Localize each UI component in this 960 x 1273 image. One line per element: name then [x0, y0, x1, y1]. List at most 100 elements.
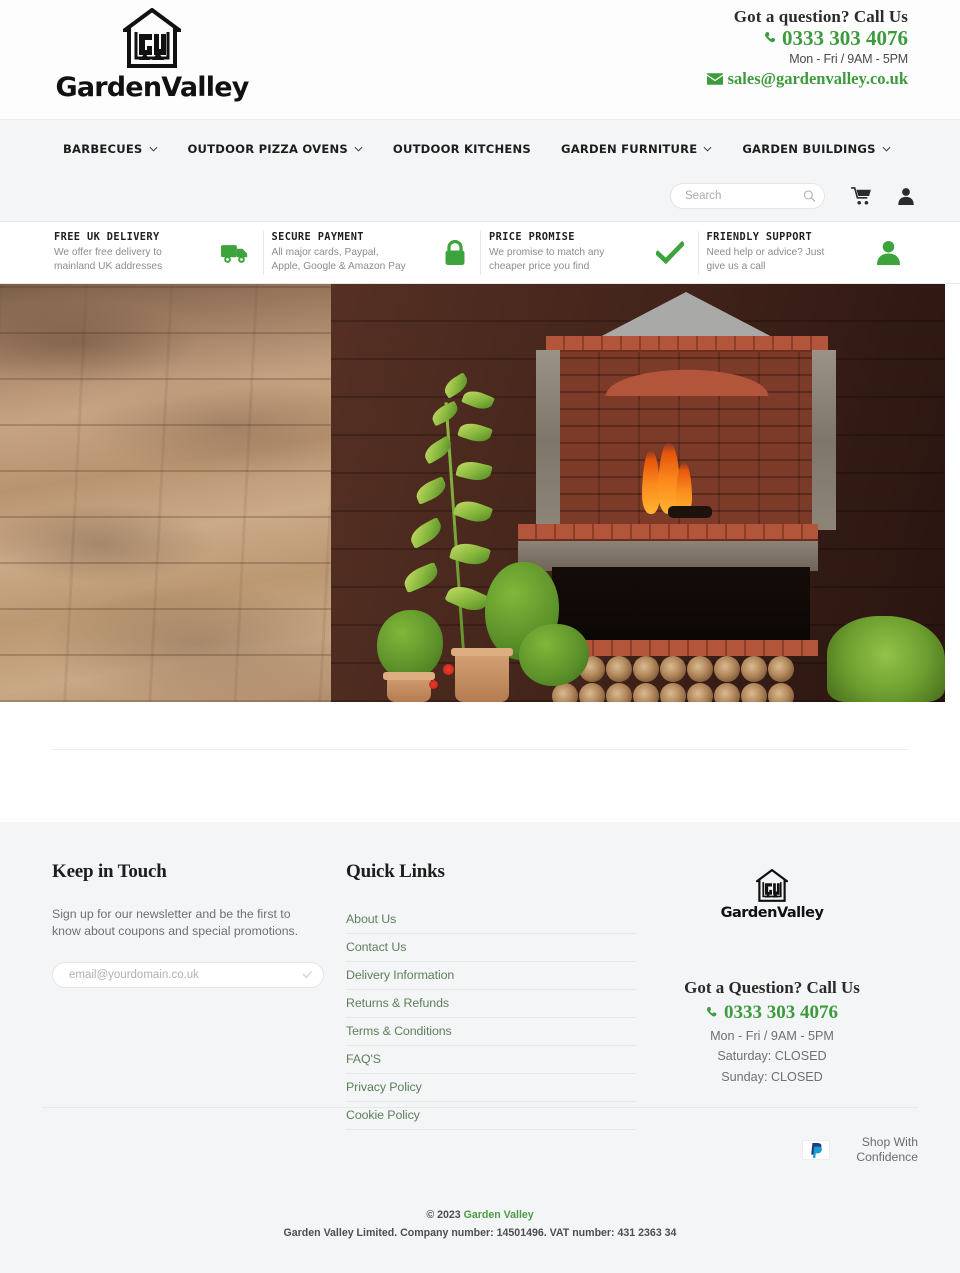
- envelope-icon: [706, 72, 723, 85]
- hero-banner[interactable]: [0, 284, 945, 702]
- header-phone[interactable]: 0333 303 4076: [707, 28, 908, 49]
- site-header: GardenValley Got a question? Call Us 033…: [0, 0, 960, 120]
- person-support-icon: [876, 240, 901, 265]
- phone-icon: [706, 1007, 717, 1017]
- nav-item-garden-buildings[interactable]: GARDEN BUILDINGS: [742, 142, 891, 156]
- footer-contact-question: Got a Question? Call Us: [684, 978, 860, 997]
- newsletter-column: Keep in Touch Sign up for our newsletter…: [52, 861, 342, 1130]
- nav-label: GARDEN FURNITURE: [560, 142, 698, 156]
- footer-logo[interactable]: GardenValley: [636, 869, 908, 921]
- footer-hours-sunday: Sunday: CLOSED: [721, 1069, 823, 1084]
- header-hours: Mon - Fri / 9AM - 5PM: [789, 52, 908, 66]
- hero-barbecue-image: [331, 284, 945, 702]
- footer-hours-saturday: Saturday: CLOSED: [717, 1049, 827, 1064]
- nav-item-barbecues[interactable]: BARBECUES: [63, 142, 158, 156]
- quick-link-delivery-information[interactable]: Delivery Information: [346, 962, 636, 990]
- oven-pillar-right: [812, 350, 836, 530]
- chevron-down-icon: [354, 146, 363, 152]
- copyright-block: © 2023 Garden Valley Garden Valley Limit…: [0, 1209, 960, 1239]
- newsletter-submit-button[interactable]: [301, 969, 313, 981]
- header-contact: Got a question? Call Us 0333 303 4076 Mo…: [706, 7, 908, 88]
- delivery-truck-icon: [220, 244, 247, 263]
- header-phone-number: 0333 303 4076: [782, 26, 908, 50]
- quick-link-terms-conditions[interactable]: Terms & Conditions: [346, 1018, 636, 1046]
- padlock-icon: [445, 239, 465, 265]
- account-button[interactable]: [897, 187, 915, 205]
- trust-title: PRICE PROMISE: [489, 231, 575, 244]
- footer-contact-column: GardenValley Got a Question? Call Us 033…: [636, 861, 908, 1130]
- quick-link-privacy-policy[interactable]: Privacy Policy: [346, 1074, 636, 1102]
- chevron-down-icon: [882, 146, 891, 152]
- footer-phone-number: 0333 303 4076: [724, 1002, 838, 1023]
- chevron-down-icon: [703, 146, 712, 152]
- phone-icon: [764, 32, 776, 43]
- trust-item-secure-payment: SECURE PAYMENT All major cards, Paypal, …: [262, 222, 481, 283]
- newsletter-heading: Keep in Touch: [52, 861, 167, 882]
- trust-title: FRIENDLY SUPPORT: [706, 231, 813, 244]
- contact-question: Got a question? Call Us: [733, 7, 908, 26]
- logo-wordmark: GardenValley: [55, 72, 249, 103]
- quick-link-faqs[interactable]: FAQ'S: [346, 1046, 636, 1074]
- hedge-right: [827, 616, 945, 702]
- house-gv-monogram-logo-icon: [123, 8, 181, 68]
- quick-links-heading: Quick Links: [346, 861, 445, 882]
- trust-desc: We promise to match any cheaper price yo…: [489, 247, 605, 272]
- nav-label: OUTDOOR KITCHENS: [392, 142, 531, 156]
- section-divider: [52, 749, 908, 750]
- nav-item-outdoor-kitchens[interactable]: OUTDOOR KITCHENS: [393, 142, 531, 156]
- paypal-badge: [802, 1140, 830, 1161]
- newsletter-description: Sign up for our newsletter and be the fi…: [52, 907, 299, 939]
- payment-row: Shop With Confidence: [802, 1135, 918, 1166]
- site-footer: Keep in Touch Sign up for our newsletter…: [0, 822, 960, 1273]
- shop-with-confidence-label: Shop With Confidence: [856, 1135, 918, 1165]
- checkmark-icon: [655, 240, 684, 264]
- shopping-cart-icon: [851, 187, 871, 205]
- quick-link-about-us[interactable]: About Us: [346, 906, 636, 934]
- footer-divider: [42, 1107, 918, 1108]
- house-gv-monogram-logo-icon: [756, 869, 788, 902]
- nav-label: OUTDOOR PIZZA OVENS: [187, 142, 348, 156]
- oven-lintel: [546, 336, 828, 352]
- trust-item-friendly-support: FRIENDLY SUPPORT Need help or advice? Ju…: [697, 222, 916, 283]
- oven-chimney-hood: [594, 292, 778, 340]
- search-input[interactable]: [671, 184, 824, 208]
- search-icon: [803, 190, 816, 202]
- footer-logo-wordmark: GardenValley: [720, 905, 824, 921]
- foreground-plants: [359, 372, 609, 702]
- trust-item-price-promise: PRICE PROMISE We promise to match any ch…: [480, 222, 698, 283]
- nav-tools: [670, 183, 915, 209]
- hero-stone-wall-image: [0, 284, 331, 702]
- newsletter-email-input[interactable]: [53, 962, 323, 987]
- trust-desc: Need help or advice? Just give us a call: [706, 247, 825, 272]
- quick-links-list: About Us Contact Us Delivery Information…: [346, 906, 636, 1130]
- main-navigation-bar: BARBECUES OUTDOOR PIZZA OVENS OUTDOOR KI…: [0, 120, 960, 222]
- trust-item-free-uk-delivery: FREE UK DELIVERY We offer free delivery …: [45, 222, 263, 283]
- cart-button[interactable]: [851, 187, 871, 205]
- nav-item-garden-furniture[interactable]: GARDEN FURNITURE: [561, 142, 712, 156]
- chevron-submit-icon: [302, 970, 313, 979]
- trust-badges-bar: FREE UK DELIVERY We offer free delivery …: [0, 222, 960, 284]
- site-logo[interactable]: GardenValley: [55, 8, 249, 113]
- footer-phone[interactable]: 0333 303 4076: [636, 1002, 908, 1024]
- fire-flames: [632, 442, 712, 518]
- chevron-down-icon: [149, 146, 157, 152]
- nav-item-outdoor-pizza-ovens[interactable]: OUTDOOR PIZZA OVENS: [188, 142, 363, 156]
- copyright-brand: Garden Valley: [463, 1209, 534, 1221]
- trust-desc: We offer free delivery to mainland UK ad…: [54, 247, 163, 272]
- newsletter-form[interactable]: [52, 961, 324, 988]
- quick-link-returns-refunds[interactable]: Returns & Refunds: [346, 990, 636, 1018]
- user-account-icon: [898, 188, 914, 205]
- copyright-line-2: Garden Valley Limited. Company number: 1…: [283, 1227, 677, 1239]
- search-button[interactable]: [803, 190, 816, 203]
- header-email-address: sales@gardenvalley.co.uk: [727, 68, 908, 88]
- nav-label: BARBECUES: [63, 142, 143, 156]
- search-box[interactable]: [670, 183, 825, 209]
- quick-link-contact-us[interactable]: Contact Us: [346, 934, 636, 962]
- header-email[interactable]: sales@gardenvalley.co.uk: [706, 68, 908, 88]
- nav-links: BARBECUES OUTDOOR PIZZA OVENS OUTDOOR KI…: [63, 142, 891, 156]
- copyright-line-1: © 2023 Garden Valley: [0, 1209, 960, 1221]
- trust-title: FREE UK DELIVERY: [54, 231, 160, 244]
- quick-links-column: Quick Links About Us Contact Us Delivery…: [346, 861, 636, 1130]
- nav-label: GARDEN BUILDINGS: [742, 142, 876, 156]
- footer-hours-weekday: Mon - Fri / 9AM - 5PM: [710, 1029, 834, 1043]
